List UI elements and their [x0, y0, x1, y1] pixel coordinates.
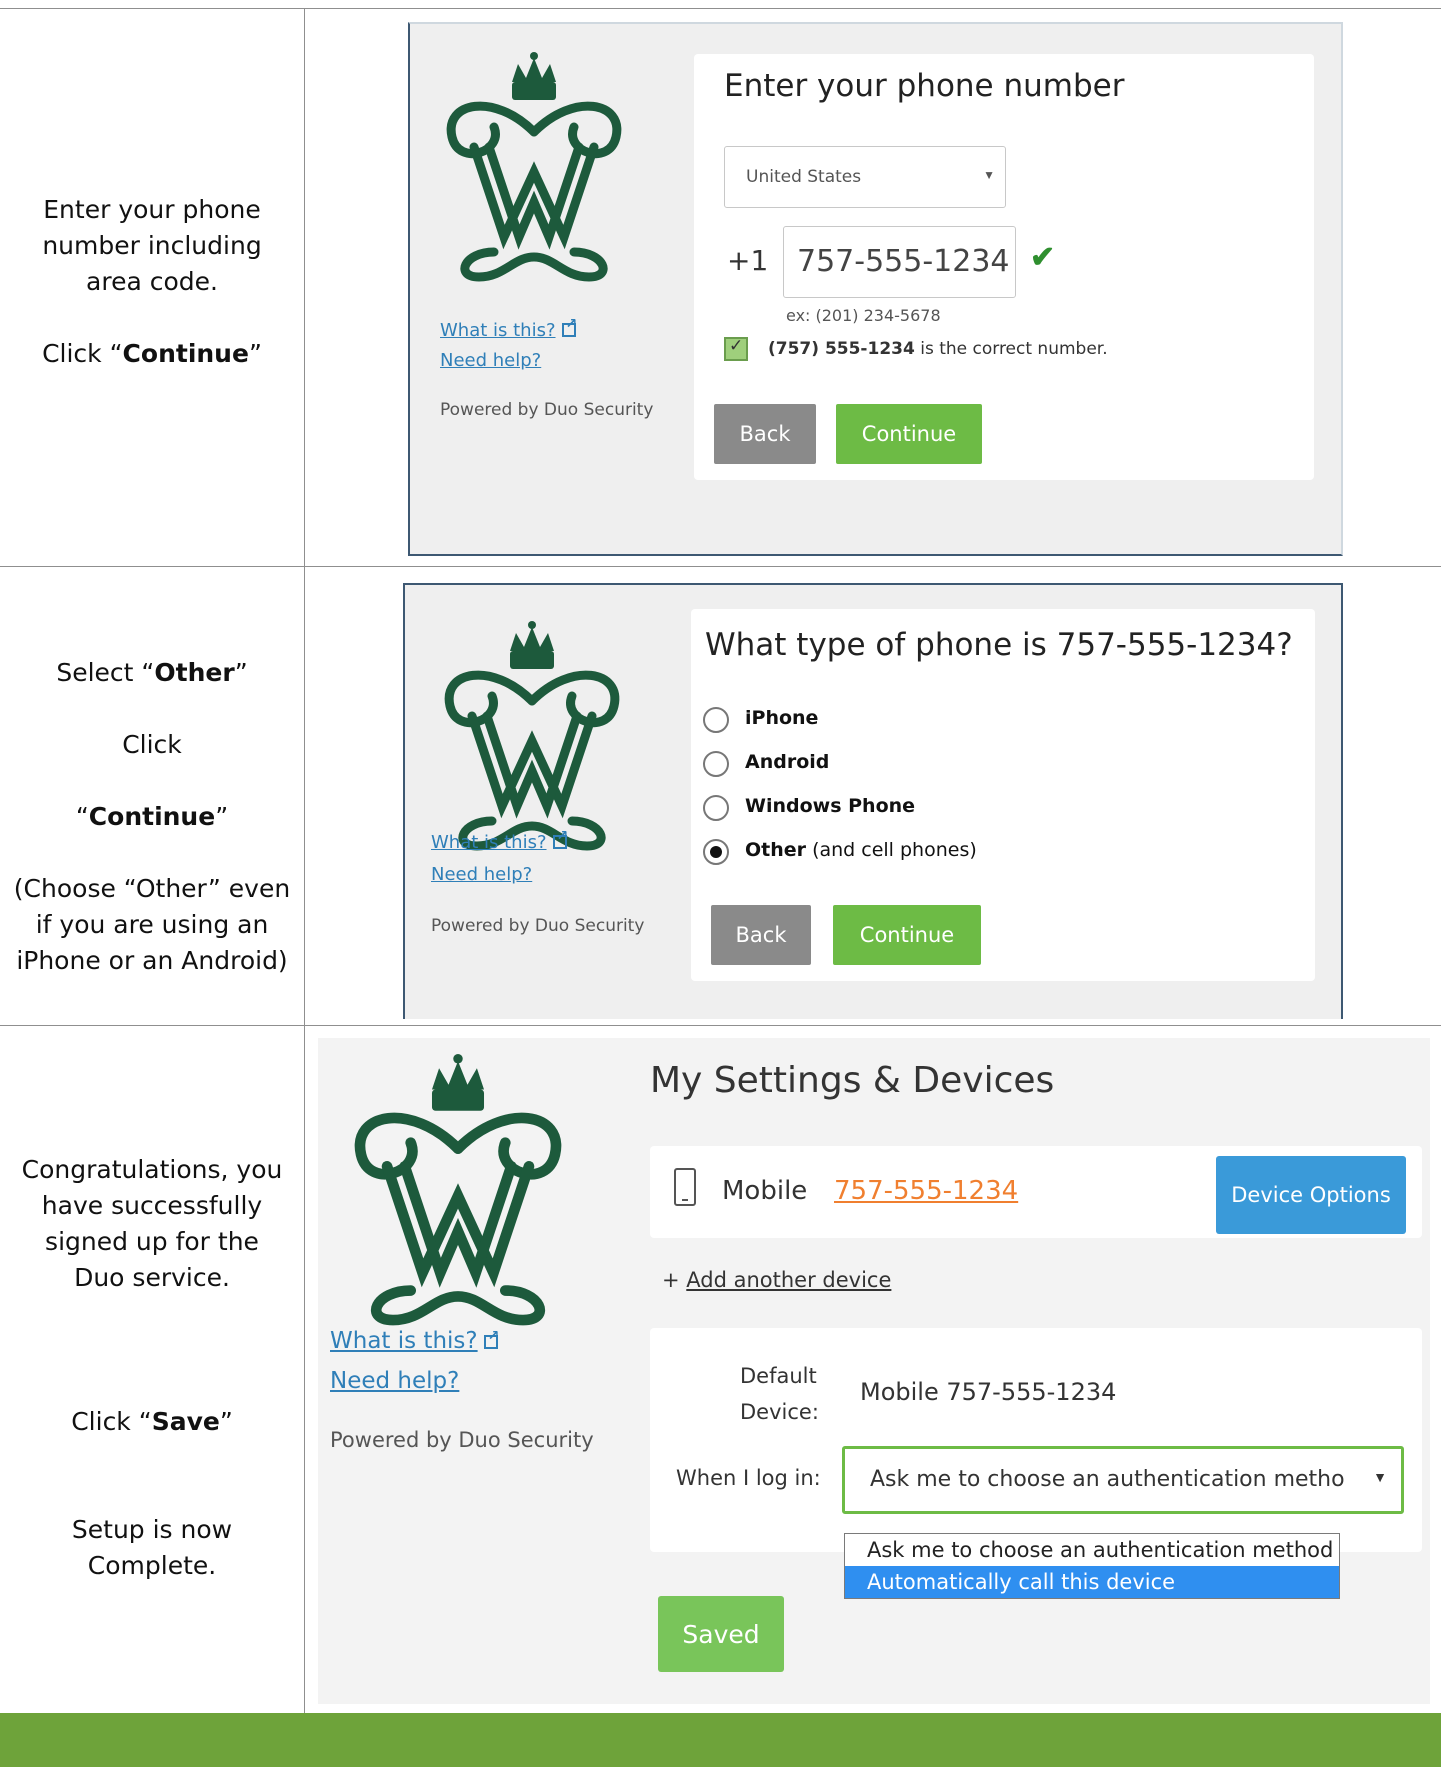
page-title: My Settings & Devices — [650, 1060, 1055, 1101]
radio-windows-phone[interactable] — [703, 795, 729, 821]
checkbox-check-icon: ✓ — [729, 336, 744, 355]
country-code: +1 — [727, 244, 769, 277]
table-row-divider-2 — [0, 1025, 1441, 1026]
mobile-phone-home-dot — [682, 1199, 688, 1201]
step-1-panel: What is this? Need help? Powered by Duo … — [408, 22, 1343, 556]
what-is-this-link[interactable]: What is this? — [330, 1328, 499, 1354]
login-method-dropdown: Ask me to choose an authentication metho… — [844, 1533, 1340, 1599]
radio-label-other: Other (and cell phones) — [745, 839, 977, 861]
continue-button[interactable]: Continue — [833, 905, 981, 965]
country-select-value: United States — [746, 167, 862, 187]
step-1-text: Enter your phone number including area c… — [42, 195, 262, 296]
step-1-instructions: Enter your phone number including area c… — [0, 192, 304, 372]
back-button[interactable]: Back — [714, 404, 816, 464]
mobile-phone-icon — [674, 1168, 696, 1206]
step-3-click: Click “Save” — [71, 1407, 233, 1436]
default-device-label: Default Device: — [740, 1364, 819, 1424]
table-column-divider — [304, 8, 305, 1713]
phone-type-card: What type of phone is 757-555-1234? iPho… — [691, 609, 1315, 981]
phone-input-value: 757-555-1234 — [797, 244, 1010, 279]
step-1-click: Click “Continue” — [42, 339, 262, 368]
radio-other[interactable] — [703, 839, 729, 865]
country-select[interactable]: United States ▼ — [724, 146, 1006, 208]
when-login-label: When I log in: — [676, 1466, 821, 1490]
continue-button[interactable]: Continue — [836, 404, 982, 464]
what-is-this-link[interactable]: What is this? — [431, 828, 568, 853]
step-2-select: Select “Other” — [56, 658, 248, 687]
phone-entry-card: Enter your phone number United States ▼ … — [694, 54, 1314, 480]
login-method-select[interactable]: Ask me to choose an authentication metho… — [842, 1446, 1404, 1514]
page-title: What type of phone is 757-555-1234? — [705, 627, 1293, 663]
add-another-device-link[interactable]: Add another device — [686, 1268, 891, 1292]
radio-iphone[interactable] — [703, 707, 729, 733]
step-3-panel: What is this? Need help? Powered by Duo … — [318, 1038, 1430, 1704]
page-title: Enter your phone number — [724, 68, 1125, 104]
powered-by-label: Powered by Duo Security — [330, 1428, 594, 1452]
dropdown-option-ask[interactable]: Ask me to choose an authentication metho… — [845, 1534, 1339, 1566]
need-help-link[interactable]: Need help? — [431, 864, 532, 885]
external-link-icon — [483, 1328, 499, 1349]
radio-label-iphone: iPhone — [745, 707, 819, 729]
login-method-select-value: Ask me to choose an authentication metho — [870, 1467, 1345, 1492]
device-card: Mobile 757-555-1234 Device Options — [650, 1146, 1422, 1238]
step-2-instructions: Select “Other” Click “Continue” (Choose … — [0, 655, 304, 979]
table-row-divider-1 — [0, 566, 1441, 567]
checkmark-icon: ✔ — [1030, 241, 1056, 274]
powered-by-label: Powered by Duo Security — [431, 916, 645, 936]
step-3-complete: Setup is now Complete. — [71, 1515, 233, 1580]
phone-example: ex: (201) 234-5678 — [786, 306, 941, 325]
step-2-note: (Choose “Other” even if you are using an… — [13, 874, 291, 975]
saved-button[interactable]: Saved — [658, 1596, 784, 1672]
step-3-congrats: Congratulations, you have successfully s… — [21, 1155, 283, 1292]
need-help-link[interactable]: Need help? — [330, 1368, 459, 1394]
radio-android[interactable] — [703, 751, 729, 777]
default-device-value: Mobile 757-555-1234 — [860, 1378, 1117, 1406]
step-2-continue: “Continue” — [75, 802, 229, 831]
wm-crest-logo — [446, 52, 622, 282]
default-device-card: Default Device: Mobile 757-555-1234 When… — [650, 1328, 1422, 1552]
step-3-instructions: Congratulations, you have successfully s… — [0, 1152, 304, 1584]
external-link-icon — [561, 316, 577, 337]
table-top-border — [0, 8, 1441, 9]
radio-label-android: Android — [745, 751, 830, 773]
device-options-button[interactable]: Device Options — [1216, 1156, 1406, 1234]
confirm-checkbox[interactable]: ✓ — [724, 336, 748, 361]
external-link-icon — [552, 828, 568, 849]
wm-crest-logo — [444, 621, 620, 851]
phone-input[interactable]: 757-555-1234 — [783, 226, 1016, 298]
need-help-link[interactable]: Need help? — [440, 350, 541, 371]
chevron-down-icon: ▼ — [1373, 1469, 1387, 1485]
chevron-down-icon: ▼ — [983, 168, 995, 182]
wm-crest-logo — [354, 1054, 562, 1326]
add-device-row: + Add another device — [662, 1268, 892, 1292]
powered-by-label: Powered by Duo Security — [440, 400, 654, 420]
device-type-label: Mobile — [722, 1176, 808, 1206]
radio-label-windows-phone: Windows Phone — [745, 795, 916, 817]
what-is-this-link[interactable]: What is this? — [440, 316, 577, 341]
dropdown-option-auto-call[interactable]: Automatically call this device — [845, 1566, 1339, 1598]
footer-bar — [0, 1713, 1441, 1767]
confirm-label: (757) 555-1234 is the correct number. — [768, 339, 1108, 359]
step-2-click: Click — [122, 730, 182, 759]
step-2-panel: What is this? Need help? Powered by Duo … — [403, 583, 1343, 1019]
back-button[interactable]: Back — [711, 905, 811, 965]
device-number-link[interactable]: 757-555-1234 — [834, 1176, 1018, 1206]
